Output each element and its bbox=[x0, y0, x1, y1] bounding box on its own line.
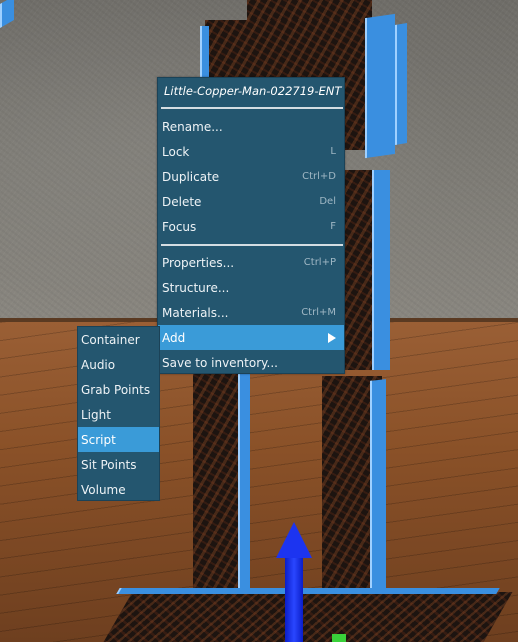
menu-separator bbox=[161, 244, 343, 246]
submenu-item-label: Audio bbox=[81, 358, 116, 372]
menu-item-properties[interactable]: Properties... Ctrl+P bbox=[158, 250, 344, 275]
menu-item-label: Properties... bbox=[162, 256, 235, 270]
submenu-item-label: Script bbox=[81, 433, 116, 447]
menu-title: Little-Copper-Man-022719-ENT bbox=[164, 84, 342, 98]
submenu-item-light[interactable]: Light bbox=[78, 402, 159, 427]
submenu-item-grab-points[interactable]: Grab Points bbox=[78, 377, 159, 402]
submenu-item-label: Volume bbox=[81, 483, 126, 497]
menu-item-lock[interactable]: Lock L bbox=[158, 139, 344, 164]
submenu-item-label: Light bbox=[81, 408, 111, 422]
menu-item-label: Focus bbox=[162, 220, 197, 234]
add-submenu: Container Audio Grab Points Light Script… bbox=[77, 326, 160, 501]
submenu-item-script[interactable]: Script bbox=[78, 427, 159, 452]
hips-side-edge bbox=[372, 170, 390, 370]
gizmo-arrow-icon[interactable] bbox=[276, 522, 312, 558]
menu-item-label: Duplicate bbox=[162, 170, 220, 184]
shortcut-label: Ctrl+D bbox=[302, 171, 336, 182]
shortcut-label: L bbox=[330, 146, 336, 157]
menu-item-label: Materials... bbox=[162, 306, 229, 320]
shortcut-label: Del bbox=[319, 196, 336, 207]
left-leg-edge bbox=[238, 372, 250, 602]
figure-left-leg[interactable] bbox=[193, 370, 243, 610]
menu-item-delete[interactable]: Delete Del bbox=[158, 189, 344, 214]
right-leg-edge bbox=[370, 379, 386, 606]
context-menu: Little-Copper-Man-022719-ENT Rename... L… bbox=[157, 77, 345, 374]
shortcut-label: Ctrl+M bbox=[301, 307, 336, 318]
gizmo-arrow-shaft[interactable] bbox=[285, 556, 303, 642]
submenu-item-container[interactable]: Container bbox=[78, 327, 159, 352]
figure-base[interactable] bbox=[103, 592, 513, 642]
menu-item-save-to-inventory[interactable]: Save to inventory... bbox=[158, 350, 344, 375]
menu-item-label: Add bbox=[162, 331, 186, 345]
arm-edge bbox=[395, 22, 407, 146]
figure-neck[interactable] bbox=[247, 0, 372, 20]
menu-item-label: Structure... bbox=[162, 281, 230, 295]
menu-item-label: Save to inventory... bbox=[162, 356, 278, 370]
submenu-item-volume[interactable]: Volume bbox=[78, 477, 159, 502]
menu-item-add[interactable]: Add bbox=[158, 325, 344, 350]
shortcut-label: Ctrl+P bbox=[303, 257, 336, 268]
torso-side-edge bbox=[365, 13, 395, 159]
gizmo-green-axis[interactable] bbox=[332, 634, 346, 642]
menu-item-label: Rename... bbox=[162, 120, 223, 134]
menu-item-label: Delete bbox=[162, 195, 202, 209]
menu-separator bbox=[161, 107, 343, 109]
base-edge bbox=[116, 588, 500, 594]
submenu-arrow-icon bbox=[328, 333, 336, 343]
submenu-item-audio[interactable]: Audio bbox=[78, 352, 159, 377]
menu-item-duplicate[interactable]: Duplicate Ctrl+D bbox=[158, 164, 344, 189]
submenu-item-label: Container bbox=[81, 333, 140, 347]
menu-item-focus[interactable]: Focus F bbox=[158, 214, 344, 239]
submenu-item-label: Sit Points bbox=[81, 458, 137, 472]
menu-item-structure[interactable]: Structure... bbox=[158, 275, 344, 300]
shortcut-label: F bbox=[330, 221, 336, 232]
menu-item-label: Lock bbox=[162, 145, 190, 159]
submenu-item-label: Grab Points bbox=[81, 383, 151, 397]
torso-left-edge bbox=[200, 26, 209, 84]
submenu-item-sit-points[interactable]: Sit Points bbox=[78, 452, 159, 477]
menu-item-rename[interactable]: Rename... bbox=[158, 114, 344, 139]
menu-item-materials[interactable]: Materials... Ctrl+M bbox=[158, 300, 344, 325]
